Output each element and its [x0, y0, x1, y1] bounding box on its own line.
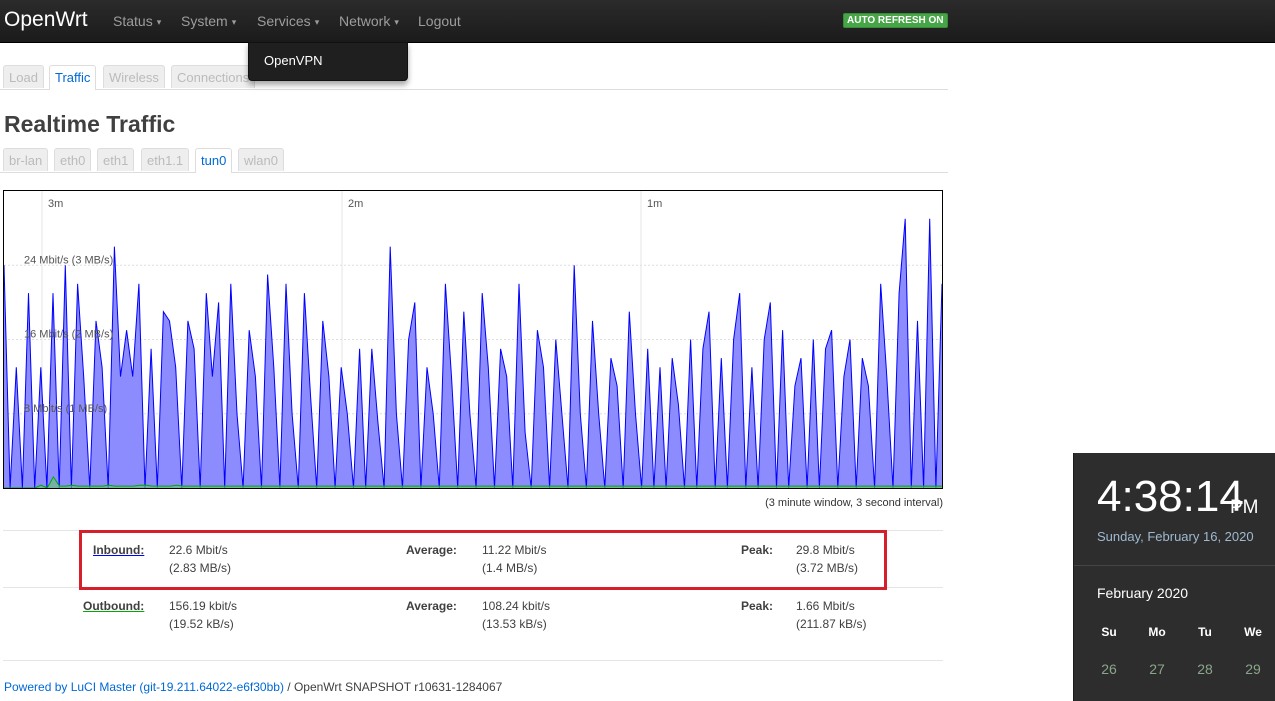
calendar-day[interactable]: 29: [1238, 661, 1268, 677]
graph-caption: (3 minute window, 3 second interval): [765, 497, 943, 509]
calendar-day[interactable]: 28: [1190, 661, 1220, 677]
tab-eth0[interactable]: eth0: [54, 148, 92, 171]
page-title: Realtime Traffic: [4, 111, 176, 137]
outbound-average-label: Average:: [406, 599, 457, 613]
clock-date[interactable]: Sunday, February 16, 2020: [1097, 529, 1254, 544]
calendar-dow: Su: [1101, 625, 1117, 639]
footer-version: / OpenWrt SNAPSHOT r10631-1284067: [283, 680, 503, 694]
menu-status[interactable]: Status ▾: [113, 13, 161, 29]
tab-br-lan[interactable]: br-lan: [3, 148, 49, 171]
menu-logout[interactable]: Logout: [418, 13, 461, 29]
clock-widget: 4:38:14 PM Sunday, February 16, 2020 Feb…: [1073, 453, 1275, 701]
services-dropdown: OpenVPN: [248, 42, 408, 81]
outbound-current: 156.19 kbit/s (19.52 kB/s): [169, 599, 238, 631]
status-tabs: Load Traffic Wireless Connections: [0, 63, 948, 90]
chevron-down-icon: ▾: [231, 17, 237, 27]
traffic-graph-svg: 3m 2m 1m 24 Mbit/s (3 MB/s) 16 Mbit/s (2 MB/…: [4, 191, 942, 488]
tab-connections[interactable]: Connections: [171, 65, 256, 88]
inbound-highlight-box: [79, 530, 887, 590]
divider: [3, 660, 943, 661]
footer: Powered by LuCI Master (git-19.211.64022…: [4, 680, 502, 694]
chevron-down-icon: ▾: [314, 17, 320, 27]
outbound-peak: 1.66 Mbit/s (211.87 kB/s): [796, 599, 867, 631]
tab-wireless[interactable]: Wireless: [103, 65, 165, 88]
menu-services[interactable]: Services ▾: [257, 13, 319, 29]
menu-network[interactable]: Network ▾: [339, 13, 399, 29]
brand-logo[interactable]: OpenWrt: [4, 8, 88, 32]
outbound-average: 108.24 kbit/s (13.53 kB/s): [482, 599, 551, 631]
y-axis-label: 16 Mbit/s (2 MB/s): [24, 329, 113, 341]
calendar-month[interactable]: February 2020: [1097, 585, 1188, 601]
dropdown-item-openvpn[interactable]: OpenVPN: [264, 53, 323, 68]
tab-wlan0[interactable]: wlan0: [238, 148, 284, 171]
time-label: 3m: [48, 198, 63, 210]
calendar-day[interactable]: 26: [1094, 661, 1124, 677]
y-axis-label: 8 Mbit/s (1 MB/s): [24, 403, 107, 415]
calendar-dow: We: [1244, 625, 1262, 639]
luci-link[interactable]: Powered by LuCI Master (git-19.211.64022…: [4, 680, 284, 694]
divider: [1074, 565, 1275, 566]
calendar-dow: Tu: [1198, 625, 1212, 639]
time-label: 2m: [348, 198, 363, 210]
y-axis-label: 24 Mbit/s (3 MB/s): [24, 254, 113, 266]
calendar-day[interactable]: 27: [1142, 661, 1172, 677]
top-navbar: OpenWrt Status ▾ System ▾ Services ▾ Networ…: [0, 0, 1275, 43]
tab-tun0[interactable]: tun0: [195, 148, 233, 173]
outbound-peak-label: Peak:: [741, 599, 774, 613]
chevron-down-icon: ▾: [156, 17, 162, 27]
tab-eth1[interactable]: eth1: [97, 148, 135, 171]
clock-time: 4:38:14: [1097, 472, 1244, 521]
traffic-graph: 3m 2m 1m 24 Mbit/s (3 MB/s) 16 Mbit/s (2 MB/…: [3, 190, 943, 489]
clock-ampm: PM: [1230, 497, 1259, 518]
tab-load[interactable]: Load: [3, 65, 44, 88]
auto-refresh-badge[interactable]: AUTO REFRESH ON: [843, 13, 948, 28]
menu-system[interactable]: System ▾: [181, 13, 236, 29]
outbound-legend: Outbound:: [83, 599, 145, 613]
time-label: 1m: [647, 198, 662, 210]
tab-traffic[interactable]: Traffic: [49, 65, 97, 90]
calendar-dow: Mo: [1148, 625, 1166, 639]
interface-tabs: br-lan eth0 eth1 eth1.1 tun0 wlan0: [0, 146, 948, 173]
tab-eth1-1[interactable]: eth1.1: [141, 148, 190, 171]
chevron-down-icon: ▾: [394, 17, 399, 27]
